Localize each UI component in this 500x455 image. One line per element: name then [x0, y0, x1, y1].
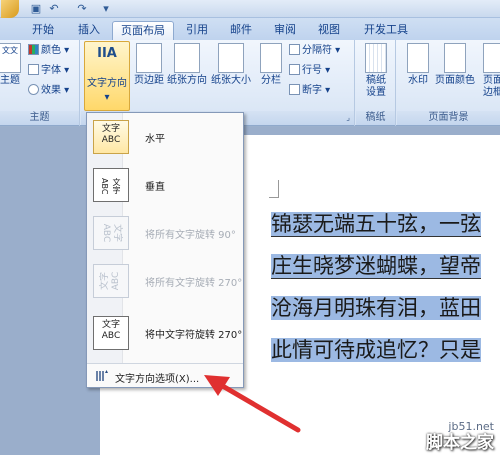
- breaks-button[interactable]: 分隔符 ▾: [289, 44, 340, 58]
- watermark-button[interactable]: 水印: [403, 43, 433, 87]
- document-line[interactable]: 锦瑟无端五十弦，一弦: [271, 208, 500, 240]
- vertical-text-icon: 文字ABC: [93, 168, 129, 202]
- text-direction-options-icon: [96, 370, 108, 381]
- theme-icon: 文文: [0, 43, 21, 73]
- undo-icon[interactable]: ↶: [46, 1, 62, 16]
- columns-button[interactable]: 分栏: [257, 43, 285, 87]
- page-background-group: 水印 页面颜色 页面 边框 页面背景: [397, 40, 500, 126]
- page-color-button[interactable]: 页面颜色: [435, 43, 475, 87]
- ribbon-tabs: 开始 插入 页面布局 引用 邮件 审阅 视图 开发工具: [0, 18, 500, 40]
- theme-colors-button[interactable]: 颜色 ▾: [28, 44, 69, 58]
- save-icon[interactable]: ▣: [28, 1, 44, 16]
- line-numbers-icon: [289, 64, 300, 75]
- draft-group-label: 稿纸: [356, 111, 395, 125]
- theme-fonts-button[interactable]: 字体 ▾: [28, 64, 69, 78]
- draft-settings-button[interactable]: 稿纸 设置: [360, 43, 392, 99]
- menu-item-text-direction-options[interactable]: 文字方向选项(X)...: [87, 365, 243, 387]
- draft-paper-group: 稿纸 设置 稿纸: [356, 40, 396, 126]
- hyphenation-icon: [289, 84, 300, 95]
- margins-button[interactable]: 页边距: [133, 43, 165, 87]
- columns-icon: [260, 43, 282, 73]
- tab-page-layout[interactable]: 页面布局: [112, 21, 174, 40]
- title-bar: ▣ ↶ ↷ ▾: [0, 0, 500, 18]
- tab-home[interactable]: 开始: [26, 21, 60, 40]
- document-line[interactable]: 庄生晓梦迷蝴蝶，望帝: [271, 250, 500, 282]
- menu-item-vertical[interactable]: 文字ABC 垂直: [89, 163, 241, 209]
- tab-references[interactable]: 引用: [180, 21, 214, 40]
- office-logo-icon[interactable]: [1, 0, 19, 18]
- dialog-launcher-icon[interactable]: ⌟: [346, 111, 350, 125]
- dropdown-arrow-icon: ▾: [104, 92, 110, 103]
- rotate-90-icon: 文字 ABC: [93, 216, 129, 250]
- page-border-button[interactable]: 页面 边框: [481, 43, 500, 99]
- menu-item-rotate-90[interactable]: 文字 ABC 将所有文字旋转 90°: [89, 211, 241, 257]
- size-button[interactable]: 纸张大小: [211, 43, 251, 87]
- menu-item-rotate-270[interactable]: 文字 ABC 将所有文字旋转 270°: [89, 259, 242, 305]
- customize-qat-icon[interactable]: ▾: [98, 1, 114, 16]
- hyphenation-button[interactable]: 断字 ▾: [289, 84, 330, 98]
- line-numbers-button[interactable]: 行号 ▾: [289, 64, 330, 78]
- theme-button[interactable]: 文文 主题: [0, 43, 22, 87]
- text-direction-button[interactable]: IIA 文字方向 ▾: [84, 41, 130, 111]
- ribbon: 文文 主题 颜色 ▾ 字体 ▾ 效果 ▾ 主题 IIA 文字方向 ▾ 页边距 纸…: [0, 40, 500, 126]
- size-icon: [218, 43, 244, 73]
- text-direction-icon: IIA: [97, 46, 117, 61]
- redo-icon[interactable]: ↷: [74, 1, 90, 16]
- theme-group-label: 主题: [0, 111, 79, 125]
- tab-developer[interactable]: 开发工具: [358, 21, 414, 40]
- brand-watermark: 脚本之家: [426, 433, 494, 453]
- page-background-group-label: 页面背景: [397, 111, 500, 125]
- rotate-cjk-icon: 文字 ABC: [93, 316, 129, 350]
- menu-item-rotate-cjk-270[interactable]: 文字 ABC 将中文字符旋转 270°: [89, 311, 242, 357]
- menu-separator: [87, 363, 243, 364]
- horizontal-text-icon: 文字 ABC: [93, 120, 129, 154]
- draft-paper-icon: [365, 43, 387, 73]
- tab-insert[interactable]: 插入: [72, 21, 106, 40]
- theme-group: 文文 主题 颜色 ▾ 字体 ▾ 效果 ▾ 主题: [0, 40, 80, 126]
- document-line[interactable]: 此情可待成追忆？只是: [271, 334, 500, 366]
- tab-view[interactable]: 视图: [312, 21, 346, 40]
- text-direction-menu: 文字 ABC 水平 文字ABC 垂直 文字 ABC 将所有文字旋转 90° 文字…: [86, 112, 244, 388]
- orientation-button[interactable]: 纸张方向: [167, 43, 207, 87]
- orientation-icon: [174, 43, 200, 73]
- watermark-icon: [407, 43, 429, 73]
- effects-icon: [28, 84, 39, 95]
- margins-icon: [136, 43, 162, 73]
- page-border-icon: [483, 43, 500, 73]
- tab-review[interactable]: 审阅: [268, 21, 302, 40]
- page-color-icon: [444, 43, 466, 73]
- fonts-icon: [28, 64, 39, 75]
- breaks-icon: [289, 44, 300, 55]
- theme-effects-button[interactable]: 效果 ▾: [28, 84, 69, 98]
- tab-mailings[interactable]: 邮件: [224, 21, 258, 40]
- menu-item-horizontal[interactable]: 文字 ABC 水平: [89, 115, 241, 161]
- colors-icon: [28, 44, 39, 55]
- document-line[interactable]: 沧海月明珠有泪，蓝田: [271, 292, 500, 324]
- margin-corner-mark: [269, 180, 279, 198]
- rotate-270-icon: 文字 ABC: [93, 264, 129, 298]
